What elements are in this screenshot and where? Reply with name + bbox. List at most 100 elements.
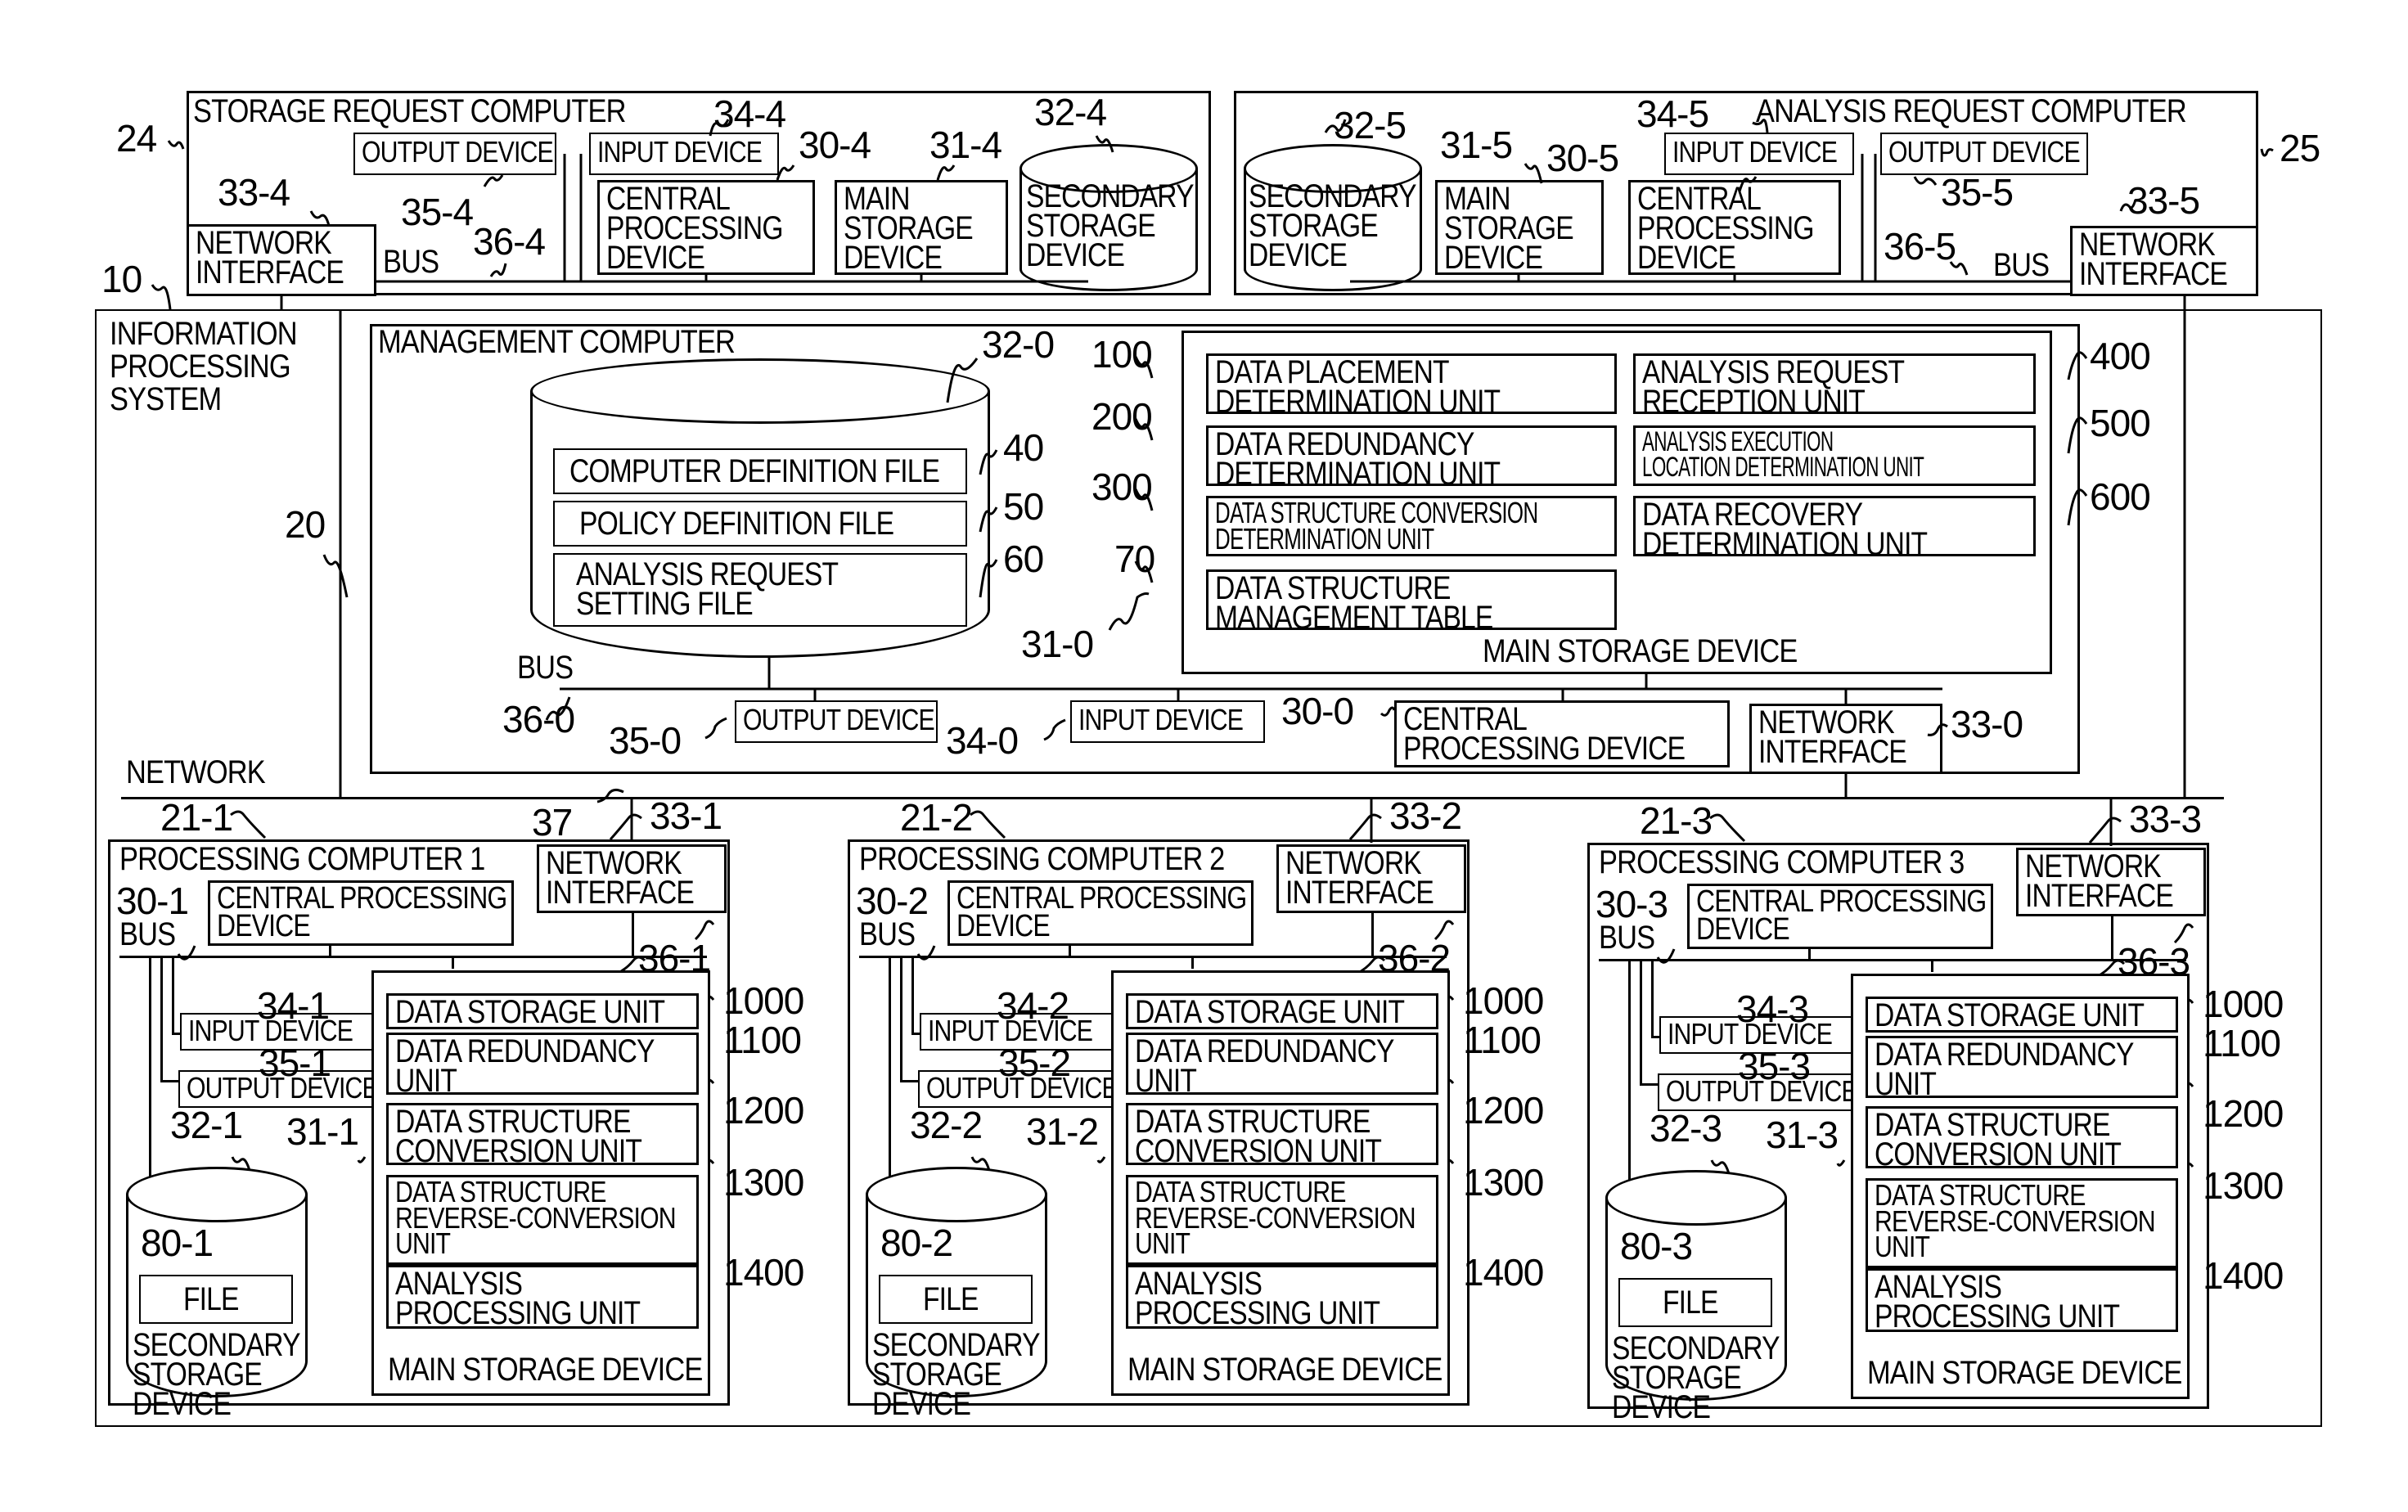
ref-300: 300	[1091, 466, 1153, 508]
processing-network-interface-ref: 33-3	[2129, 798, 2202, 840]
unit-data-placement-label: DATA PLACEMENT DETERMINATION UNIT	[1215, 354, 1501, 420]
analysis-input-device-label: INPUT DEVICE	[1672, 135, 1838, 169]
processing-unit-label: DATA STRUCTURE REVERSE-CONVERSION UNIT	[1875, 1178, 2156, 1264]
processing-main-storage-ref: 31-2	[1026, 1110, 1099, 1153]
management-input-device-label: INPUT DEVICE	[1078, 703, 1244, 736]
processing-unit: DATA STORAGE UNIT	[1126, 993, 1438, 1029]
ref-36-5: 36-5	[1884, 225, 1956, 268]
processing-bus-line	[859, 956, 1447, 958]
file-analysis-request-setting-label: ANALYSIS REQUEST SETTING FILE	[576, 556, 839, 622]
storage-input-device: INPUT DEVICE	[589, 133, 779, 175]
ref-50: 50	[1003, 485, 1044, 528]
ref-100: 100	[1091, 333, 1153, 376]
processing-computer-title: PROCESSING COMPUTER 1	[119, 841, 485, 877]
processing-unit-label: DATA STORAGE UNIT	[1875, 997, 2145, 1033]
storage-network-interface-label: NETWORK INTERFACE	[196, 225, 344, 290]
file-ref: 80-2	[880, 1222, 953, 1264]
ref-32-4: 32-4	[1034, 91, 1107, 133]
processing-unit: DATA STRUCTURE CONVERSION UNIT	[1126, 1103, 1438, 1168]
bus-connector	[172, 1033, 180, 1035]
ref-31-0: 31-0	[1021, 623, 1094, 665]
ref-35-5: 35-5	[1941, 171, 2014, 214]
analysis-output-device-label: OUTPUT DEVICE	[1888, 135, 2081, 169]
analysis-input-device: INPUT DEVICE	[1664, 133, 1854, 175]
bus-connector	[1808, 949, 1811, 959]
management-computer-title: MANAGEMENT COMPUTER	[378, 324, 736, 360]
ref-70: 70	[1114, 538, 1155, 580]
processing-unit-label: DATA STORAGE UNIT	[1135, 994, 1405, 1030]
analysis-request-computer-title: ANALYSIS REQUEST COMPUTER	[1756, 93, 2187, 129]
processing-computer-title: PROCESSING COMPUTER 3	[1599, 844, 1965, 880]
file-box: FILE	[1618, 1278, 1772, 1327]
processing-main-storage-label: MAIN STORAGE DEVICE	[388, 1352, 703, 1388]
file-analysis-request-setting: ANALYSIS REQUEST SETTING FILE	[553, 553, 967, 627]
processing-unit: ANALYSIS PROCESSING UNIT	[386, 1265, 699, 1331]
bus-connector	[1069, 946, 1071, 956]
processing-network-interface-ref: 33-2	[1389, 794, 1462, 837]
processing-computer-ref: 21-2	[900, 796, 973, 839]
processing-input-device-ref: 34-2	[997, 984, 1069, 1027]
processing-unit-ref: 1200	[2203, 1092, 2284, 1135]
processing-computer-ref: 21-3	[1640, 799, 1713, 842]
bus-connector	[160, 1080, 178, 1082]
ref-200: 200	[1091, 395, 1153, 438]
processing-unit-label: DATA STRUCTURE CONVERSION UNIT	[1875, 1107, 2122, 1172]
processing-unit-label: ANALYSIS PROCESSING UNIT	[1875, 1269, 2120, 1334]
processing-unit: DATA REDUNDANCY UNIT	[1866, 1036, 2178, 1100]
processing-unit-ref: 1400	[1463, 1251, 1544, 1294]
processing-unit-ref: 1100	[723, 1019, 802, 1061]
processing-unit: DATA STRUCTURE CONVERSION UNIT	[386, 1103, 699, 1168]
file-ref: 80-3	[1620, 1225, 1693, 1267]
processing-bus-label: BUS	[119, 916, 176, 952]
ref-32-5: 32-5	[1334, 104, 1407, 146]
storage-cpu: CENTRAL PROCESSING DEVICE	[597, 180, 815, 275]
bus-connector	[1640, 1083, 1658, 1086]
processing-cpu-label: CENTRAL PROCESSING DEVICE	[1696, 884, 1987, 947]
ref-40: 40	[1003, 426, 1044, 469]
bus-connector	[1651, 1036, 1659, 1038]
unit-data-placement: DATA PLACEMENT DETERMINATION UNIT	[1206, 353, 1617, 420]
file-label: FILE	[183, 1281, 239, 1317]
processing-secondary-storage-ref: 32-3	[1650, 1107, 1722, 1150]
file-label: FILE	[923, 1281, 979, 1317]
ref-20: 20	[285, 503, 326, 546]
unit-analysis-request-reception: ANALYSIS REQUEST RECEPTION UNIT	[1633, 353, 2036, 418]
processing-unit-ref: 1300	[2203, 1164, 2284, 1207]
unit-data-structure-conversion-determination-label: DATA STRUCTURE CONVERSION DETERMINATION …	[1215, 496, 1538, 556]
ref-36-4: 36-4	[473, 220, 546, 263]
bus-connector	[1371, 913, 1374, 956]
management-output-device: OUTPUT DEVICE	[735, 700, 938, 743]
analysis-main-storage: MAIN STORAGE DEVICE	[1435, 180, 1604, 275]
management-main-storage-label: MAIN STORAGE DEVICE	[1483, 633, 1798, 669]
data-structure-management-table: DATA STRUCTURE MANAGEMENT TABLE	[1206, 569, 1617, 636]
analysis-network-interface: NETWORK INTERFACE	[2070, 226, 2258, 296]
bus-connector	[1191, 956, 1194, 969]
storage-cpu-label: CENTRAL PROCESSING DEVICE	[606, 181, 783, 276]
storage-request-computer-title: STORAGE REQUEST COMPUTER	[193, 93, 626, 129]
ref-30-5: 30-5	[1546, 137, 1619, 179]
processing-unit: DATA STORAGE UNIT	[1866, 997, 2178, 1033]
processing-unit: DATA STRUCTURE REVERSE-CONVERSION UNIT	[1866, 1178, 2178, 1268]
processing-unit-label: DATA STORAGE UNIT	[395, 994, 665, 1030]
ref-31-5: 31-5	[1440, 124, 1513, 166]
processing-unit-label: ANALYSIS PROCESSING UNIT	[1135, 1266, 1380, 1331]
processing-unit-ref: 1300	[723, 1161, 804, 1204]
ref-24: 24	[116, 117, 157, 160]
processing-unit-label: ANALYSIS PROCESSING UNIT	[395, 1266, 641, 1331]
processing-unit: ANALYSIS PROCESSING UNIT	[1866, 1268, 2178, 1334]
file-policy-definition-label: POLICY DEFINITION FILE	[579, 506, 894, 542]
ref-600: 600	[2090, 475, 2151, 518]
analysis-output-device: OUTPUT DEVICE	[1880, 133, 2088, 175]
data-structure-management-table-label: DATA STRUCTURE MANAGEMENT TABLE	[1215, 570, 1493, 636]
management-cpu-label: CENTRAL PROCESSING DEVICE	[1403, 701, 1686, 767]
processing-unit-ref: 1100	[1463, 1019, 1542, 1061]
bus-connector	[1651, 959, 1654, 1036]
processing-unit-ref: 1000	[2203, 983, 2284, 1025]
bus-connector	[900, 1080, 918, 1082]
storage-secondary-storage: SECONDARY STORAGE DEVICE	[1019, 144, 1198, 291]
processing-bus-label: BUS	[859, 916, 916, 952]
processing-output-device-ref: 35-1	[259, 1042, 331, 1084]
bus-connector	[160, 956, 163, 1080]
processing-main-storage-label: MAIN STORAGE DEVICE	[1127, 1352, 1443, 1388]
processing-computer-title: PROCESSING COMPUTER 2	[859, 841, 1225, 877]
